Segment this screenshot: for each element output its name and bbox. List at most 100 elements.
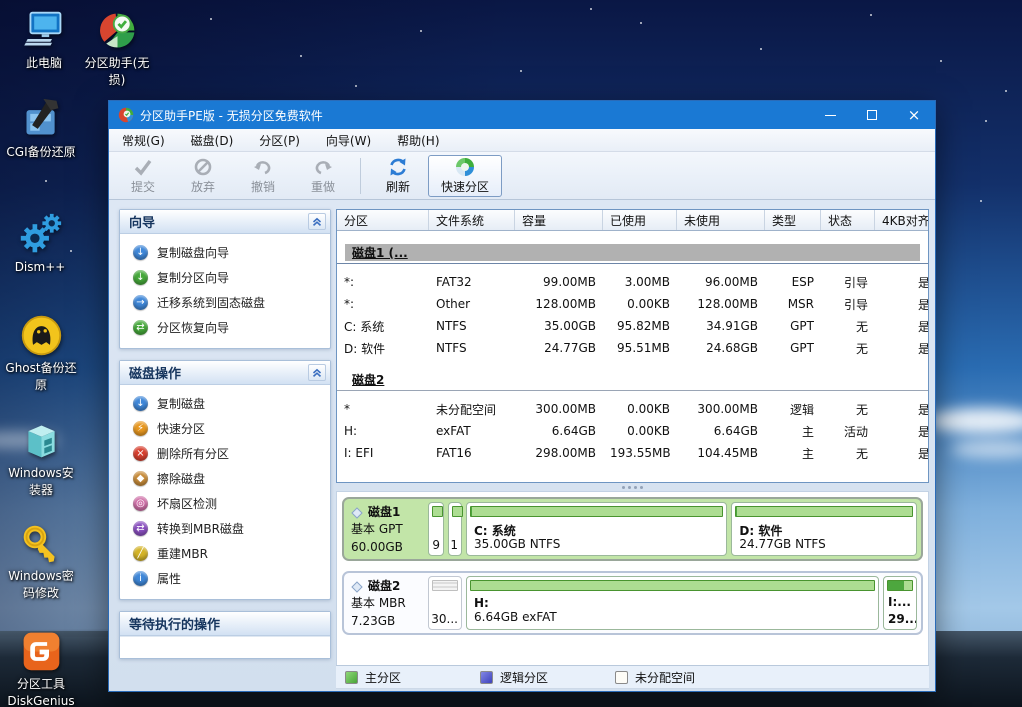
toolbar-button-redo[interactable]: 重做 [293,155,353,197]
partition-row[interactable]: I: EFIFAT16298.00MB193.55MB104.45MB主无是 [337,442,928,464]
partition-block[interactable]: I:...29... [883,576,917,630]
minimize-button[interactable] [809,101,851,129]
desktop-icon-label: 码修改 [2,585,80,602]
column-header-0[interactable]: 分区 [337,210,429,230]
column-header-6[interactable]: 状态 [821,210,875,230]
splitter-handle[interactable] [336,483,929,491]
maximize-button[interactable] [851,101,893,129]
panel-header[interactable]: 磁盘操作 [120,361,330,385]
cloud [928,408,1022,434]
sidebar-item-quick-partition-side[interactable]: ⚡快速分区 [120,416,330,441]
content-area: 向导 ↓复制磁盘向导↓复制分区向导→迁移系统到固态磁盘⇄分区恢复向导磁盘操作 ↓复制… [109,200,935,691]
cell-文件系统: exFAT [429,424,515,438]
cell-已使用: 3.00MB [603,275,677,289]
cell-已使用: 95.51MB [603,341,677,355]
cell-类型: GPT [765,341,821,355]
partition-blocks: 30...H:6.64GB exFATI:...29... [424,573,921,633]
sidebar-item-copy-disk-wizard[interactable]: ↓复制磁盘向导 [120,240,330,265]
desktop-icon-windows-installer[interactable]: Windows安装器 [2,418,80,500]
collapse-chevron-icon[interactable] [308,364,326,381]
partition-row[interactable]: D: 软件NTFS24.77GB95.51MB24.68GBGPT无是 [337,337,928,359]
column-header-2[interactable]: 容量 [515,210,603,230]
partition-row[interactable]: H:exFAT6.64GB0.00KB6.64GB主活动是 [337,420,928,442]
cell-文件系统: NTFS [429,341,515,355]
disk-label: 磁盘1基本 GPT60.00GB [344,499,424,559]
partition-row[interactable]: *:Other128.00MB0.00KB128.00MBMSR引导是 [337,293,928,315]
sidebar-item-wipe-disk[interactable]: ◆擦除磁盘 [120,466,330,491]
collapse-chevron-icon[interactable] [308,213,326,230]
usage-strip [470,580,875,591]
desktop-icon-cgi-backup[interactable]: CGI备份还原 [2,97,80,161]
sidebar-item-delete-all-partitions[interactable]: ×删除所有分区 [120,441,330,466]
column-header-5[interactable]: 类型 [765,210,821,230]
toolbar-button-refresh[interactable]: 刷新 [368,155,428,197]
partition-block[interactable]: H:6.64GB exFAT [466,576,879,630]
partition-block[interactable]: 1 [448,502,462,556]
cell-容量: 128.00MB [515,297,603,311]
column-header-3[interactable]: 已使用 [603,210,677,230]
toolbar-button-label: 提交 [131,178,155,195]
desktop-icon-this-pc[interactable]: 此电脑 [5,8,83,72]
sidebar-panel-2: 等待执行的操作 [119,611,331,659]
panel-header[interactable]: 等待执行的操作 [120,612,330,636]
desktop-icon-label: 分区工具 [2,676,80,693]
partition-row[interactable]: *未分配空间300.00MB0.00KB300.00MB逻辑无是 [337,398,928,420]
sidebar-item-bad-sector-test[interactable]: ◎坏扇区检测 [120,491,330,516]
close-button[interactable]: × [893,101,935,129]
toolbar-button-undo[interactable]: 撤销 [233,155,293,197]
usage-strip [432,580,458,591]
toolbar-button-discard[interactable]: 放弃 [173,155,233,197]
cell-类型: 主 [765,423,821,440]
menu-item-1[interactable]: 磁盘(D) [178,129,247,151]
usage-strip [735,506,913,517]
desktop: 此电脑分区助手(无损) CGI备份还原 Dism++ Ghost备份还原 Windows… [0,0,1022,707]
desktop-icon-dism[interactable]: Dism++ [1,212,79,276]
menu-item-2[interactable]: 分区(P) [246,129,313,151]
partition-block[interactable]: D: 软件24.77GB NTFS [731,502,917,556]
desktop-icon-diskgenius[interactable]: 分区工具DiskGenius [2,629,80,707]
sidebar-item-migrate-os-to-ssd[interactable]: →迁移系统到固态磁盘 [120,290,330,315]
sidebar-item-copy-disk[interactable]: ↓复制磁盘 [120,391,330,416]
toolbar-button-commit[interactable]: 提交 [113,155,173,197]
desktop-icon-ghost-backup[interactable]: Ghost备份还原 [2,313,80,395]
disk-map-2[interactable]: 磁盘2基本 MBR7.23GB30...H:6.64GB exFATI:...2… [342,571,923,635]
usage-strip [452,506,463,517]
sidebar-item-rebuild-mbr[interactable]: ╱重建MBR [120,541,330,566]
disk-icon [351,507,363,519]
desktop-icon-partition-assistant[interactable]: 分区助手(无损) [78,8,156,90]
sidebar-item-partition-recovery-wizard[interactable]: ⇄分区恢复向导 [120,315,330,340]
column-header-1[interactable]: 文件系统 [429,210,515,230]
maximize-icon [867,110,877,120]
menubar: 常规(G)磁盘(D)分区(P)向导(W)帮助(H) [109,129,935,152]
menu-item-3[interactable]: 向导(W) [313,129,384,151]
desktop-icon-label: 此电脑 [5,55,83,72]
menu-item-0[interactable]: 常规(G) [109,129,178,151]
column-header-7[interactable]: 4KB对齐 [875,210,929,230]
disk-group-header-selected[interactable]: 磁盘1 (... [345,244,920,261]
toolbar-button-label: 撤销 [251,178,275,195]
sidebar-item-convert-to-mbr[interactable]: ⇄转换到MBR磁盘 [120,516,330,541]
disk-size: 7.23GB [351,613,422,630]
partition-block[interactable]: C: 系统35.00GB NTFS [466,502,727,556]
migrate-os-to-ssd-icon: → [133,295,148,310]
disk-map-1[interactable]: 磁盘1基本 GPT60.00GB91C: 系统35.00GB NTFSD: 软件… [342,497,923,561]
partition-row[interactable]: *:FAT3299.00MB3.00MB96.00MBESP引导是 [337,271,928,293]
titlebar[interactable]: 分区助手PE版 - 无损分区免费软件 × [109,101,935,129]
toolbar-button-quick-partition[interactable]: 快速分区 [428,155,502,197]
desktop-icon-label: 损) [78,72,156,89]
partition-row[interactable]: C: 系统NTFS35.00GB95.82MB34.91GBGPT无是 [337,315,928,337]
sidebar-item-properties[interactable]: i属性 [120,566,330,591]
disk-label: 磁盘2基本 MBR7.23GB [344,573,424,633]
sidebar-item-copy-partition-wizard[interactable]: ↓复制分区向导 [120,265,330,290]
desktop-icon-windows-password[interactable]: Windows密码修改 [2,521,80,603]
partition-block[interactable]: 9 [428,502,444,556]
commit-icon [132,156,154,178]
panel-header[interactable]: 向导 [120,210,330,234]
unallocated-block[interactable]: 30... [428,576,462,630]
window-title: 分区助手PE版 - 无损分区免费软件 [140,107,809,124]
disk-type: 基本 GPT [351,521,422,538]
menu-item-4[interactable]: 帮助(H) [384,129,452,151]
table-header-row: 分区文件系统容量已使用未使用类型状态4KB对齐 [337,210,928,231]
disk-group-header[interactable]: 磁盘2 [352,371,928,388]
column-header-4[interactable]: 未使用 [677,210,765,230]
